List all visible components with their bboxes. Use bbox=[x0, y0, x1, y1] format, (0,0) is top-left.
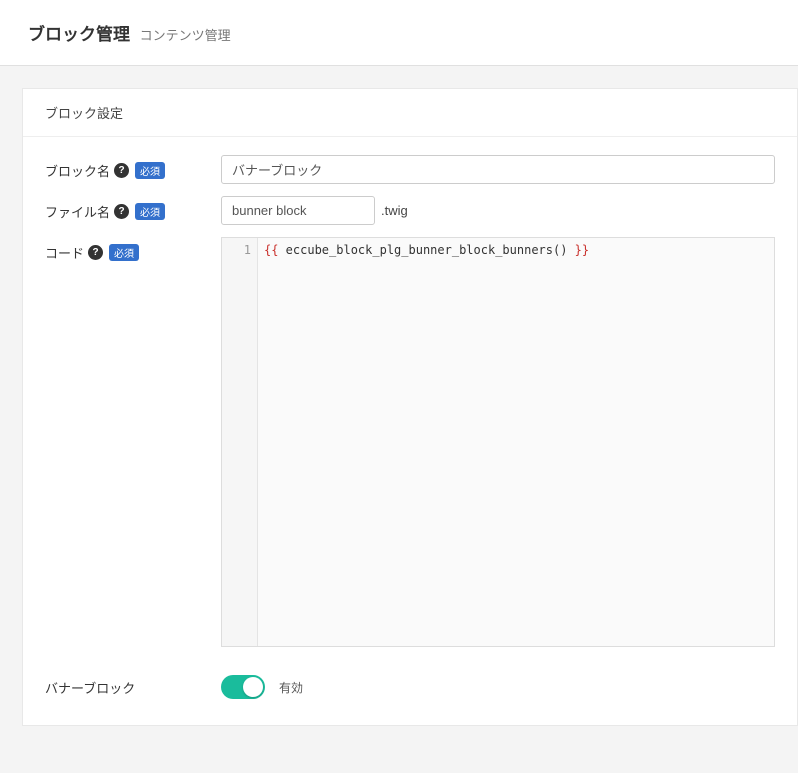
page-header: ブロック管理 コンテンツ管理 bbox=[0, 0, 798, 66]
panel-title: ブロック設定 bbox=[23, 89, 797, 137]
line-number: 1 bbox=[222, 241, 251, 259]
label-file-name: ファイル名 ? 必須 bbox=[45, 196, 221, 221]
help-icon[interactable]: ? bbox=[88, 245, 103, 260]
value-file-name: .twig bbox=[221, 196, 775, 225]
page-subtitle: コンテンツ管理 bbox=[140, 28, 231, 43]
row-toggle: バナーブロック 有効 bbox=[45, 675, 775, 699]
banner-block-toggle[interactable] bbox=[221, 675, 265, 699]
row-block-name: ブロック名 ? 必須 bbox=[45, 155, 775, 184]
toggle-knob bbox=[243, 677, 263, 697]
code-gutter: 1 bbox=[222, 238, 258, 646]
code-content[interactable]: {{ eccube_block_plg_bunner_block_bunners… bbox=[258, 238, 774, 646]
row-code: コード ? 必須 1 {{ eccube_block_plg_bunner_bl… bbox=[45, 237, 775, 647]
label-code-text: コード bbox=[45, 243, 84, 262]
code-editor[interactable]: 1 {{ eccube_block_plg_bunner_block_bunne… bbox=[221, 237, 775, 647]
code-brace-open: {{ bbox=[264, 243, 278, 257]
block-name-input[interactable] bbox=[221, 155, 775, 184]
value-code: 1 {{ eccube_block_plg_bunner_block_bunne… bbox=[221, 237, 775, 647]
label-code: コード ? 必須 bbox=[45, 237, 221, 262]
settings-panel: ブロック設定 ブロック名 ? 必須 ファイル名 ? 必須 .twig bbox=[22, 88, 798, 726]
code-brace-close: }} bbox=[575, 243, 589, 257]
value-block-name bbox=[221, 155, 775, 184]
required-badge: 必須 bbox=[109, 244, 139, 261]
label-block-name-text: ブロック名 bbox=[45, 161, 110, 180]
file-extension: .twig bbox=[381, 203, 408, 218]
toggle-status: 有効 bbox=[279, 679, 303, 696]
code-body: eccube_block_plg_bunner_block_bunners() bbox=[278, 243, 574, 257]
page-title: ブロック管理 bbox=[28, 25, 130, 44]
panel-body: ブロック名 ? 必須 ファイル名 ? 必須 .twig コード ? bbox=[23, 137, 797, 725]
row-file-name: ファイル名 ? 必須 .twig bbox=[45, 196, 775, 225]
required-badge: 必須 bbox=[135, 203, 165, 220]
file-name-input[interactable] bbox=[221, 196, 375, 225]
help-icon[interactable]: ? bbox=[114, 204, 129, 219]
toggle-label: バナーブロック bbox=[45, 678, 221, 697]
label-block-name: ブロック名 ? 必須 bbox=[45, 155, 221, 180]
label-file-name-text: ファイル名 bbox=[45, 202, 110, 221]
help-icon[interactable]: ? bbox=[114, 163, 129, 178]
required-badge: 必須 bbox=[135, 162, 165, 179]
